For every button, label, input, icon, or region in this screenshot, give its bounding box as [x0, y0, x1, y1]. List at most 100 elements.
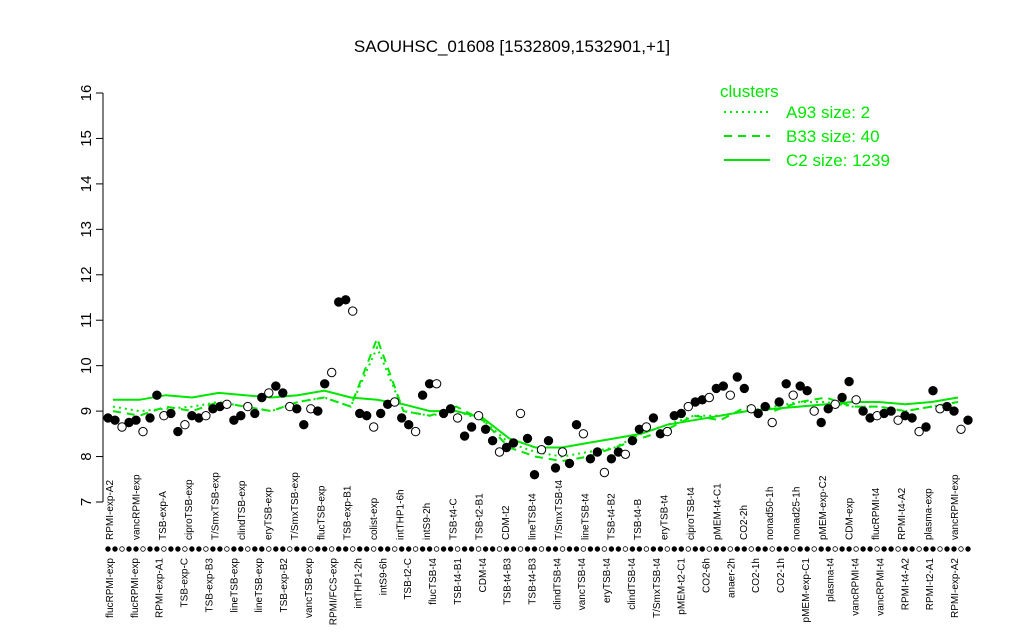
data-point: [949, 406, 959, 416]
rug-mark: [454, 546, 461, 552]
data-point: [410, 426, 421, 437]
rug-mark: [685, 546, 691, 552]
cluster-line-dashed: [112, 335, 959, 463]
data-point: [417, 390, 428, 400]
data-point: [110, 415, 120, 425]
rug-mark: [433, 546, 440, 552]
x-tick-label-bottom: RPMI-t2-A1: [925, 558, 936, 611]
rug-mark: [364, 546, 370, 552]
x-tick-label-top: T/SmxTSB-exp: [290, 472, 301, 540]
rug-mark: [965, 546, 971, 552]
rug-mark: [594, 546, 601, 552]
x-tick-label-bottom: clindTSB-t4: [552, 558, 563, 610]
rug-mark: [713, 546, 719, 552]
data-point: [599, 467, 610, 478]
rug-mark: [587, 546, 594, 552]
rug-mark: [510, 546, 517, 552]
y-tick-label: 8: [78, 452, 95, 460]
data-point: [781, 379, 791, 389]
data-point: [753, 408, 763, 419]
data-point: [718, 381, 728, 391]
data-point: [767, 417, 777, 428]
rug-mark: [161, 546, 167, 552]
x-tick-label-bottom: CO2-1h: [751, 558, 762, 593]
x-tick-label-top: nonad25-1h: [792, 487, 803, 540]
data-point: [641, 422, 652, 432]
rug-mark: [252, 546, 258, 552]
data-point: [928, 386, 938, 396]
data-point: [508, 438, 519, 448]
rug-mark: [860, 546, 866, 552]
data-point: [907, 413, 917, 423]
x-tick-label-top: colist-exp: [369, 497, 380, 540]
rug-mark: [552, 546, 559, 552]
data-point: [445, 404, 456, 414]
rug-mark: [678, 546, 684, 552]
rug-mark: [112, 546, 118, 552]
rug-mark: [224, 546, 230, 552]
x-tick-label-bottom: eryTSB-t4: [602, 558, 613, 603]
rug-mark: [147, 546, 153, 552]
rug-mark: [643, 546, 650, 552]
rug-mark: [580, 546, 587, 552]
data-point: [564, 458, 575, 469]
rug-mark: [357, 546, 363, 552]
data-point: [802, 386, 812, 396]
rug-mark: [517, 546, 524, 552]
rug-mark: [175, 546, 181, 552]
rug-mark: [706, 546, 712, 552]
rug-mark: [790, 546, 796, 552]
rug-mark: [503, 546, 510, 552]
rug-mark: [531, 546, 538, 552]
data-point: [278, 388, 288, 398]
x-tick-label-top: RPMI-exp-A2: [105, 480, 116, 540]
data-point: [131, 415, 141, 425]
rug-mark: [916, 546, 922, 552]
data-point: [473, 411, 484, 421]
x-tick-label-bottom: pMEM-exp-C1: [801, 558, 812, 623]
rug-mark: [650, 546, 657, 552]
rug-mark: [168, 546, 174, 552]
x-tick-label-top: pMEM-exp-C2: [818, 475, 829, 540]
rug-mark: [245, 546, 251, 552]
x-tick-label-top: intS9-2h: [422, 503, 433, 540]
rug-mark: [126, 546, 132, 552]
rug-mark: [196, 546, 202, 552]
rug-mark: [762, 546, 768, 552]
data-point: [557, 447, 568, 457]
data-point: [956, 424, 966, 434]
cluster-lines: [112, 335, 959, 463]
rug-mark: [804, 546, 810, 552]
data-point: [886, 406, 896, 416]
rug-mark: [189, 546, 195, 552]
rug-mark: [909, 546, 915, 552]
rug-mark: [468, 546, 475, 552]
x-tick-label-bottom: vancTSB-t4: [577, 558, 588, 611]
x-tick-label-bottom: RPMI/FCS-exp: [329, 558, 340, 626]
data-point: [397, 413, 407, 423]
data-point: [662, 426, 672, 437]
rug-mark: [133, 546, 139, 552]
rug-mark: [475, 546, 482, 552]
rug-mark: [392, 546, 398, 552]
rug-mark: [259, 546, 265, 552]
y-tick-label: 9: [78, 407, 95, 415]
y-tick-label: 15: [78, 130, 95, 147]
rug-mark: [343, 546, 349, 552]
x-tick-label-top: TSB-t4-C: [448, 498, 459, 540]
x-tick-label-bottom: plasma-t4: [826, 558, 837, 602]
rug-mark: [140, 546, 146, 552]
data-point: [739, 383, 749, 394]
x-tick-label-top: TSB-t2-B1: [475, 493, 486, 540]
x-tick-label-bottom: RPMI-exp-A2: [950, 558, 961, 618]
data-point: [627, 436, 638, 446]
rug-mark: [615, 546, 622, 552]
x-tick-label-bottom: TSB-exp-C: [180, 558, 191, 607]
data-point: [585, 454, 596, 464]
rug-mark: [664, 546, 670, 552]
data-point: [466, 422, 477, 432]
rug-mark: [385, 546, 391, 552]
x-tick-label-bottom: pMEM-t2-C1: [677, 558, 688, 615]
data-point: [369, 422, 379, 432]
x-tick-label-top: flucRPMI-t4: [871, 487, 882, 540]
